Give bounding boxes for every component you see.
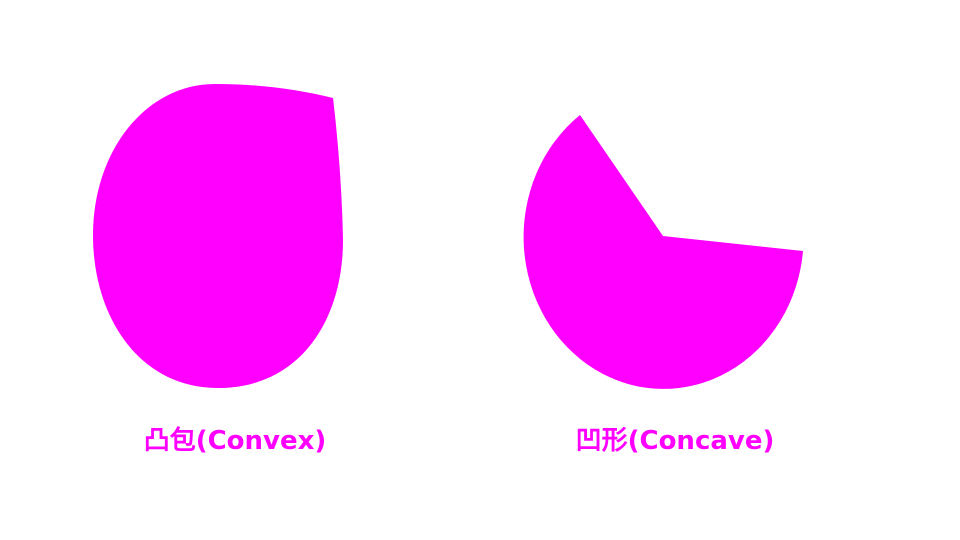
concave-label: 凹形(Concave)	[575, 426, 775, 456]
diagram-canvas: 凸包(Convex) 凹形(Concave)	[0, 0, 960, 540]
convex-shape	[93, 84, 343, 388]
convex-label: 凸包(Convex)	[143, 426, 327, 456]
concave-shape	[523, 115, 803, 389]
